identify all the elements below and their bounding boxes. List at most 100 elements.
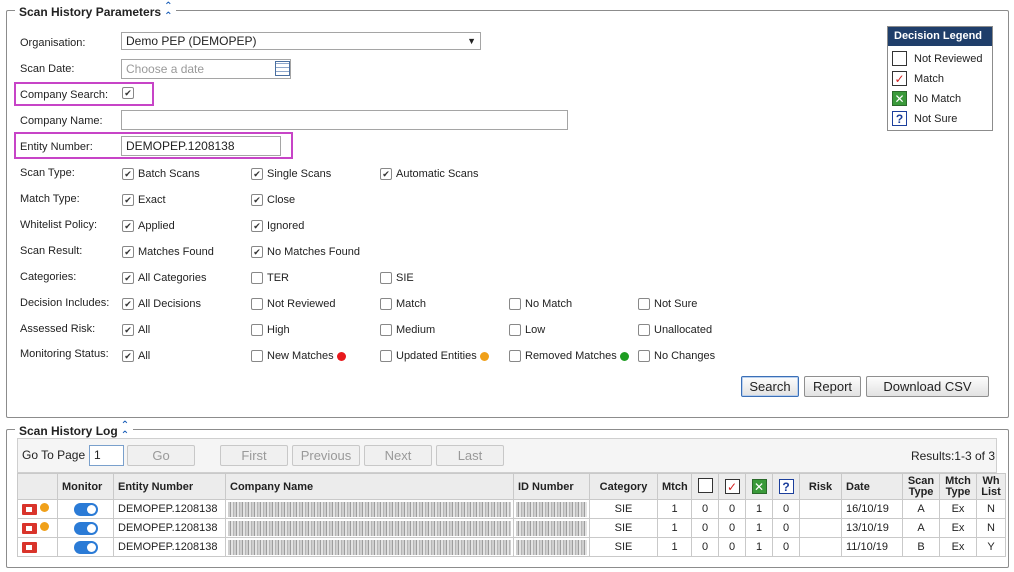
checkbox[interactable] xyxy=(122,324,134,336)
calendar-icon[interactable] xyxy=(275,61,290,76)
checkbox[interactable] xyxy=(122,194,134,206)
checkbox[interactable] xyxy=(509,298,521,310)
checkbox[interactable] xyxy=(122,246,134,258)
checkbox[interactable] xyxy=(509,324,521,336)
checkbox[interactable] xyxy=(380,272,392,284)
scan-result-no-matches[interactable]: No Matches Found xyxy=(251,246,360,258)
checkbox[interactable] xyxy=(251,220,263,232)
col-entity-number[interactable]: Entity Number xyxy=(113,473,226,500)
table-row[interactable]: DEMOPEP.1208138 SIE 1 0 0 1 0 13/10/19 A… xyxy=(17,518,1006,538)
col-risk[interactable]: Risk xyxy=(799,473,842,500)
checkbox[interactable] xyxy=(122,220,134,232)
risk-low[interactable]: Low xyxy=(509,324,545,336)
checkbox[interactable] xyxy=(380,168,392,180)
checkbox[interactable] xyxy=(251,350,263,362)
scan-type-single[interactable]: Single Scans xyxy=(251,168,331,180)
col-mtch-type[interactable]: Mtch Type xyxy=(939,473,977,500)
monitoring-updated-entities[interactable]: Updated Entities xyxy=(380,350,489,362)
collapse-chevron-icon[interactable]: ⌃ ⌃ xyxy=(164,2,172,22)
col-date[interactable]: Date xyxy=(841,473,903,500)
report-button[interactable]: Report xyxy=(804,376,861,397)
monitoring-removed-matches[interactable]: Removed Matches xyxy=(509,350,629,362)
option-label: Not Sure xyxy=(654,298,698,310)
decision-not-sure[interactable]: Not Sure xyxy=(638,298,697,310)
match-type-close[interactable]: Close xyxy=(251,194,295,206)
col-monitor[interactable]: Monitor xyxy=(57,473,114,500)
category-sie[interactable]: SIE xyxy=(380,272,414,284)
entity-number-cell[interactable]: DEMOPEP.1208138 xyxy=(113,499,226,519)
checkbox[interactable] xyxy=(251,272,263,284)
company-search-checkbox[interactable] xyxy=(122,87,134,99)
checkbox[interactable] xyxy=(251,324,263,336)
checkbox[interactable] xyxy=(122,298,134,310)
col-mtch[interactable]: Mtch xyxy=(657,473,692,500)
col-scan-type[interactable]: Scan Type xyxy=(902,473,940,500)
checkbox[interactable] xyxy=(638,324,650,336)
col-id-number[interactable]: ID Number xyxy=(513,473,590,500)
risk-medium[interactable]: Medium xyxy=(380,324,435,336)
entity-number-input[interactable]: DEMOPEP.1208138 xyxy=(121,136,281,156)
checkbox[interactable] xyxy=(122,350,134,362)
monitor-toggle[interactable] xyxy=(73,502,98,516)
match-type-exact[interactable]: Exact xyxy=(122,194,166,206)
go-button[interactable]: Go xyxy=(127,445,195,466)
checkbox[interactable] xyxy=(251,246,263,258)
next-page-button[interactable]: Next xyxy=(364,445,432,466)
goto-page-input[interactable]: 1 xyxy=(89,445,124,466)
decision-match[interactable]: Match xyxy=(380,298,426,310)
checkbox[interactable] xyxy=(380,324,392,336)
category-ter[interactable]: TER xyxy=(251,272,289,284)
risk-unallocated[interactable]: Unallocated xyxy=(638,324,712,336)
monitoring-new-matches[interactable]: New Matches xyxy=(251,350,346,362)
category-all[interactable]: All Categories xyxy=(122,272,206,284)
decision-no-match[interactable]: No Match xyxy=(509,298,572,310)
category-cell: SIE xyxy=(589,518,658,538)
last-page-button[interactable]: Last xyxy=(436,445,504,466)
whitelist-applied[interactable]: Applied xyxy=(122,220,175,232)
col-no-match[interactable]: ✕ xyxy=(745,473,773,500)
scan-type-automatic[interactable]: Automatic Scans xyxy=(380,168,479,180)
entity-number-cell[interactable]: DEMOPEP.1208138 xyxy=(113,518,226,538)
first-page-button[interactable]: First xyxy=(220,445,288,466)
checkbox[interactable] xyxy=(509,350,521,362)
col-match[interactable]: ✓ xyxy=(718,473,746,500)
checkbox[interactable] xyxy=(380,350,392,362)
col-not-reviewed[interactable] xyxy=(691,473,719,500)
monitor-toggle[interactable] xyxy=(73,521,98,535)
checkbox[interactable] xyxy=(251,298,263,310)
report-icon[interactable] xyxy=(22,503,37,515)
download-csv-button[interactable]: Download CSV xyxy=(866,376,989,397)
whitelist-ignored[interactable]: Ignored xyxy=(251,220,304,232)
scan-type-batch[interactable]: Batch Scans xyxy=(122,168,200,180)
previous-page-button[interactable]: Previous xyxy=(292,445,360,466)
checkbox[interactable] xyxy=(122,168,134,180)
decision-all[interactable]: All Decisions xyxy=(122,298,201,310)
checkbox[interactable] xyxy=(251,168,263,180)
checkbox[interactable] xyxy=(122,272,134,284)
scan-result-matches[interactable]: Matches Found xyxy=(122,246,214,258)
checkbox[interactable] xyxy=(638,298,650,310)
table-row[interactable]: DEMOPEP.1208138 SIE 1 0 0 1 0 11/10/19 B… xyxy=(17,537,1006,557)
parameters-title[interactable]: Scan History Parameters ⌃ ⌃ xyxy=(15,2,177,22)
report-icon[interactable] xyxy=(22,541,37,553)
decision-not-reviewed[interactable]: Not Reviewed xyxy=(251,298,335,310)
scan-date-input[interactable]: Choose a date xyxy=(121,59,291,79)
report-icon[interactable] xyxy=(22,522,37,534)
col-category[interactable]: Category xyxy=(589,473,658,500)
risk-all[interactable]: All xyxy=(122,324,150,336)
monitoring-no-changes[interactable]: No Changes xyxy=(638,350,715,362)
checkbox[interactable] xyxy=(251,194,263,206)
col-wh-list[interactable]: Wh List xyxy=(976,473,1006,500)
checkbox[interactable] xyxy=(638,350,650,362)
monitor-toggle[interactable] xyxy=(73,540,98,554)
col-company-name[interactable]: Company Name xyxy=(225,473,514,500)
search-button[interactable]: Search xyxy=(741,376,799,397)
table-row[interactable]: DEMOPEP.1208138 SIE 1 0 0 1 0 16/10/19 A… xyxy=(17,499,1006,519)
company-name-input[interactable] xyxy=(121,110,568,130)
monitoring-all[interactable]: All xyxy=(122,350,150,362)
organisation-select[interactable]: Demo PEP (DEMOPEP) ▼ xyxy=(121,32,481,50)
col-not-sure[interactable]: ? xyxy=(772,473,800,500)
entity-number-cell[interactable]: DEMOPEP.1208138 xyxy=(113,537,226,557)
risk-high[interactable]: High xyxy=(251,324,290,336)
checkbox[interactable] xyxy=(380,298,392,310)
